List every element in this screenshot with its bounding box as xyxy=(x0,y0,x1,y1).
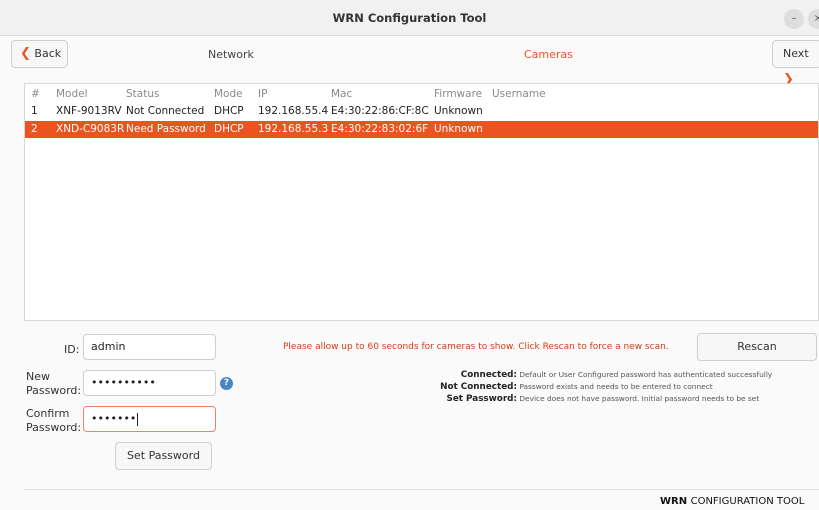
id-label: ID: xyxy=(64,343,80,356)
col-header-username[interactable]: Username xyxy=(492,88,546,100)
minimize-button[interactable]: – xyxy=(784,9,804,29)
brand-bold: WRN xyxy=(660,496,688,507)
new-password-field[interactable]: •••••••••• xyxy=(83,370,216,396)
new-password-label-line1: New xyxy=(26,370,50,383)
chevron-left-icon: ❮ xyxy=(20,46,31,61)
cell-mode: DHCP xyxy=(214,105,244,117)
wizard-nav: ❮ Back Network Cameras Next ❯ xyxy=(0,36,819,87)
cell-mac: E4:30:22:86:CF:8C xyxy=(331,105,429,117)
legend-not-connected: Not Connected: Password exists and needs… xyxy=(400,382,815,392)
confirm-password-label-line1: Confirm xyxy=(26,407,70,420)
cell-model: XND-C9083R xyxy=(56,123,125,135)
cell-number: 1 xyxy=(31,105,38,117)
cell-firmware: Unknown xyxy=(434,123,483,135)
window-title: WRN Configuration Tool xyxy=(332,11,487,25)
legend-key: Not Connected: xyxy=(440,382,517,392)
table-row-selected[interactable]: 2 XND-C9083R Need Password DHCP 192.168.… xyxy=(25,121,818,138)
legend-text: Default or User Configured password has … xyxy=(519,370,773,379)
step-cameras: Cameras xyxy=(524,48,573,61)
back-button[interactable]: ❮ Back xyxy=(11,40,68,68)
help-icon[interactable]: ? xyxy=(220,377,233,390)
rescan-button[interactable]: Rescan xyxy=(697,333,817,361)
cell-firmware: Unknown xyxy=(434,105,483,117)
col-header-ip[interactable]: IP xyxy=(258,88,267,100)
cell-ip: 192.168.55.4 xyxy=(258,105,329,117)
next-button[interactable]: Next ❯ xyxy=(772,40,819,87)
camera-table[interactable]: # Model Status Mode IP Mac Firmware User… xyxy=(24,83,819,321)
id-input[interactable]: admin xyxy=(83,334,216,360)
legend-key: Connected: xyxy=(460,370,517,380)
new-password-label-line2: Password: xyxy=(26,384,82,397)
confirm-password-value: ••••••• xyxy=(91,412,137,425)
col-header-status[interactable]: Status xyxy=(126,88,159,100)
table-row[interactable]: 1 XNF-9013RV Not Connected DHCP 192.168.… xyxy=(25,103,818,120)
col-header-model[interactable]: Model xyxy=(56,88,88,100)
legend-connected: Connected: Default or User Configured pa… xyxy=(400,370,815,380)
set-password-button[interactable]: Set Password xyxy=(115,442,212,470)
confirm-password-field[interactable]: ••••••• xyxy=(83,406,216,432)
cell-status: Need Password xyxy=(126,123,206,135)
scan-notice: Please allow up to 60 seconds for camera… xyxy=(283,342,669,352)
cell-mac: E4:30:22:83:02:6F xyxy=(331,123,429,135)
cell-model: XNF-9013RV xyxy=(56,105,122,117)
back-label: Back xyxy=(34,47,62,60)
cell-number: 2 xyxy=(31,123,38,135)
footer-divider xyxy=(24,489,819,490)
brand-rest: CONFIGURATION TOOL xyxy=(690,496,805,507)
legend-text: Password exists and needs to be entered … xyxy=(519,382,713,391)
close-button[interactable]: × xyxy=(808,9,819,29)
step-network: Network xyxy=(208,48,254,61)
col-header-mode[interactable]: Mode xyxy=(214,88,243,100)
next-label: Next xyxy=(783,47,809,60)
col-header-mac[interactable]: Mac xyxy=(331,88,352,100)
legend-text: Device does not have password. Initial p… xyxy=(519,394,760,403)
text-cursor xyxy=(137,412,139,426)
cell-ip: 192.168.55.3 xyxy=(258,123,329,135)
col-header-firmware[interactable]: Firmware xyxy=(434,88,482,100)
col-header-number[interactable]: # xyxy=(31,88,40,100)
brand-logo: WRN CONFIGURATION TOOL xyxy=(660,496,804,507)
cell-status: Not Connected xyxy=(126,105,205,117)
legend-set-password: Set Password: Device does not have passw… xyxy=(400,394,815,404)
legend-key: Set Password: xyxy=(446,394,517,404)
table-header: # Model Status Mode IP Mac Firmware User… xyxy=(25,86,818,103)
title-bar: WRN Configuration Tool – × xyxy=(0,0,819,36)
cell-mode: DHCP xyxy=(214,123,244,135)
confirm-password-label-line2: Password: xyxy=(26,421,82,434)
